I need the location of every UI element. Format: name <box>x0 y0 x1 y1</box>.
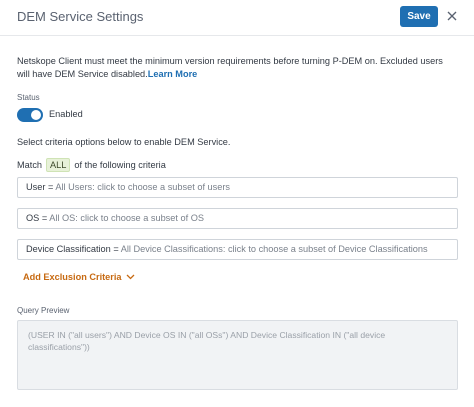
match-prefix: Match <box>17 160 43 170</box>
match-row: Match ALL of the following criteria <box>17 157 166 173</box>
criteria-os[interactable]: OS = All OS: click to choose a subset of… <box>17 208 458 229</box>
dialog-title: DEM Service Settings <box>17 9 144 24</box>
description-text: Netskope Client must meet the minimum ve… <box>17 55 447 81</box>
criteria-help-text: Select criteria options below to enable … <box>17 137 231 147</box>
query-preview-text: (USER IN ("all users") AND Device OS IN … <box>28 330 386 352</box>
description-body: Netskope Client must meet the minimum ve… <box>17 56 443 79</box>
add-exclusion-label: Add Exclusion Criteria <box>23 272 122 282</box>
criteria-os-hint: All OS: click to choose a subset of OS <box>49 213 204 223</box>
criteria-user[interactable]: User = All Users: click to choose a subs… <box>17 177 458 198</box>
criteria-user-hint: All Users: click to choose a subset of u… <box>55 182 231 192</box>
criteria-os-field: OS = <box>26 213 50 223</box>
status-toggle-text: Enabled <box>49 109 83 119</box>
criteria-device-classification[interactable]: Device Classification = All Device Class… <box>17 239 458 260</box>
match-suffix: of the following criteria <box>74 160 166 170</box>
toggle-knob <box>31 110 41 120</box>
close-icon[interactable] <box>445 9 459 23</box>
learn-more-link[interactable]: Learn More <box>148 69 198 79</box>
save-button[interactable]: Save <box>400 6 438 27</box>
chevron-down-icon <box>126 274 135 280</box>
status-toggle[interactable] <box>17 108 43 122</box>
criteria-user-field: User = <box>26 182 56 192</box>
criteria-device-field: Device Classification = <box>26 244 121 254</box>
dialog-header: DEM Service Settings Save <box>0 0 474 36</box>
query-preview-box: (USER IN ("all users") AND Device OS IN … <box>17 320 458 390</box>
criteria-device-hint: All Device Classifications: click to cho… <box>120 244 428 254</box>
query-preview-label: Query Preview <box>17 306 70 315</box>
status-label: Status <box>17 93 40 102</box>
match-mode-selector[interactable]: ALL <box>46 158 71 172</box>
add-exclusion-criteria-button[interactable]: Add Exclusion Criteria <box>23 272 135 282</box>
